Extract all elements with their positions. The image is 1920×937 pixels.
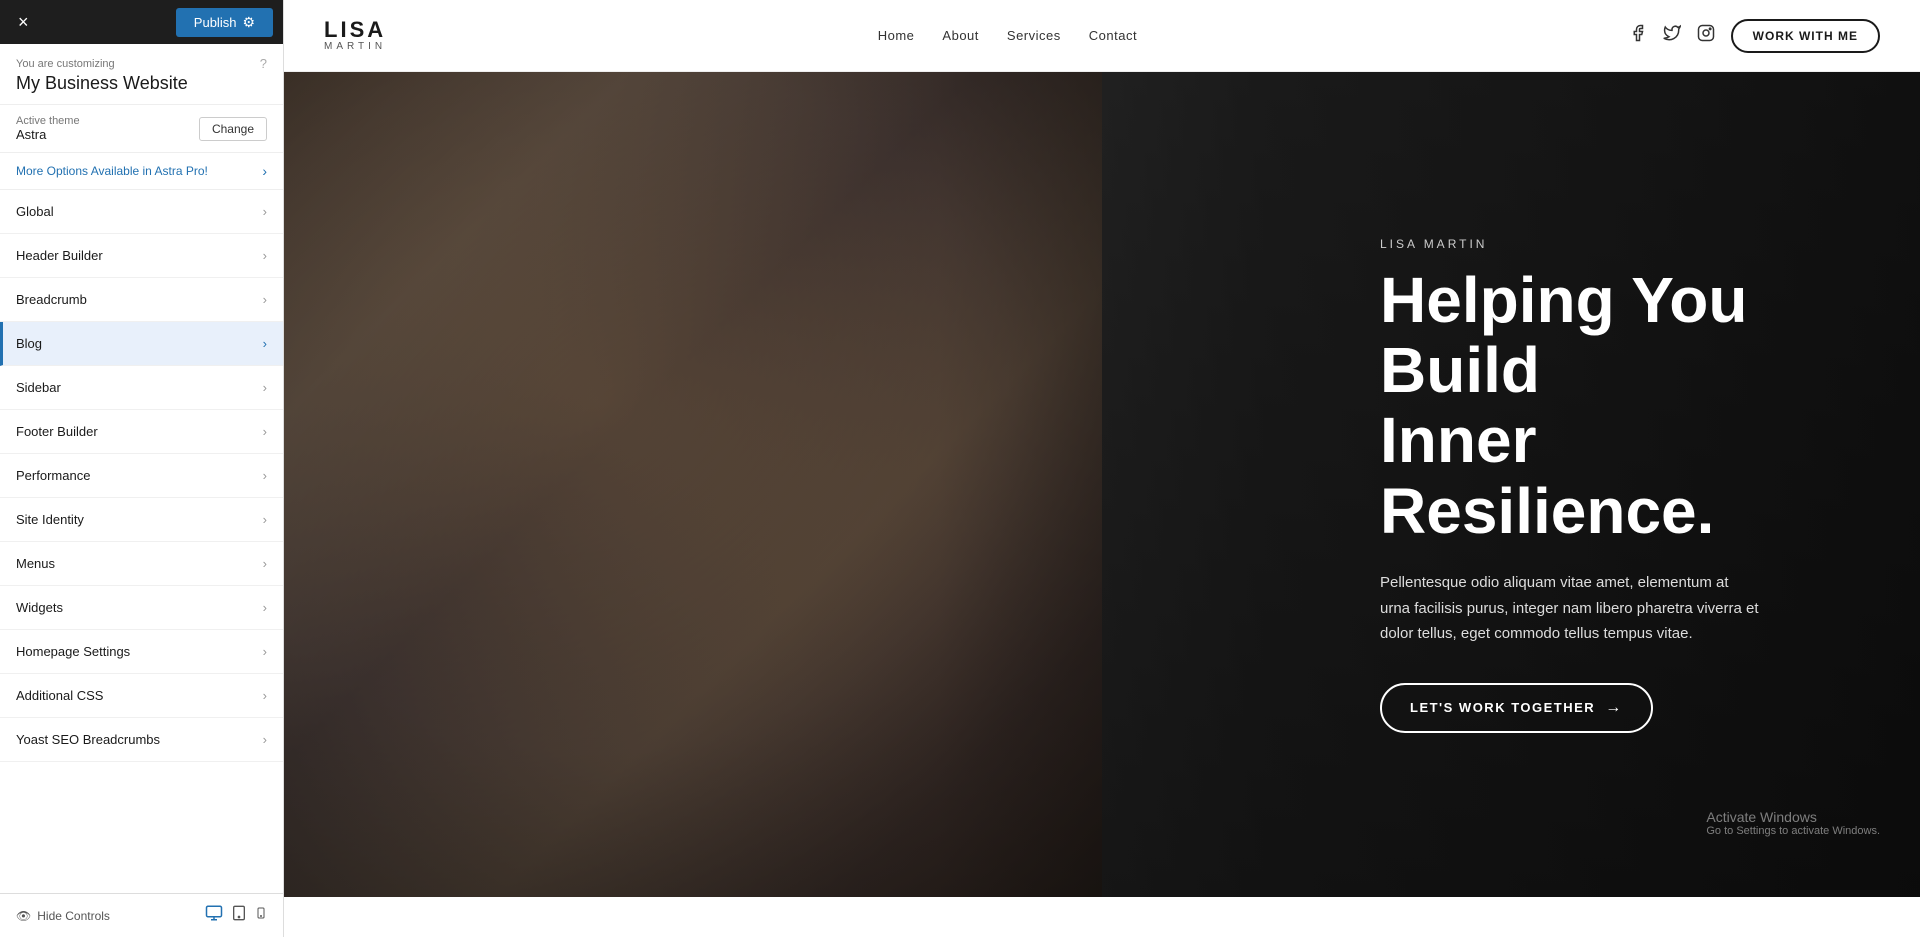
site-header: LISA MARTIN Home About Services Contact [284, 0, 1920, 72]
chevron-right-icon: › [263, 248, 267, 263]
chevron-right-icon: › [263, 468, 267, 483]
twitter-icon[interactable] [1663, 24, 1681, 47]
chevron-right-icon: › [263, 512, 267, 527]
astra-pro-banner[interactable]: More Options Available in Astra Pro! › [0, 153, 283, 190]
active-theme-name: Astra [16, 127, 80, 142]
nav-home[interactable]: Home [878, 28, 915, 43]
sidebar-nav-list: Global › Header Builder › Breadcrumb › B… [0, 190, 283, 893]
chevron-right-icon: › [263, 292, 267, 307]
logo-name: LISA [324, 19, 386, 41]
chevron-right-icon: › [263, 556, 267, 571]
chevron-right-icon: › [263, 688, 267, 703]
site-logo: LISA MARTIN [324, 19, 386, 52]
close-button[interactable]: × [10, 8, 37, 37]
header-right: WORK WITH ME [1629, 19, 1880, 53]
topbar-right: Publish ⚙ [176, 8, 273, 37]
customizing-label: You are customizing ? [16, 56, 267, 71]
watermark-title: Activate Windows [1706, 809, 1880, 825]
sidebar-item-yoast-seo[interactable]: Yoast SEO Breadcrumbs › [0, 718, 283, 762]
hide-controls-label: Hide Controls [37, 909, 110, 923]
change-theme-button[interactable]: Change [199, 117, 267, 141]
astra-banner-text: More Options Available in Astra Pro! [16, 164, 208, 178]
nav-about[interactable]: About [942, 28, 978, 43]
sidebar-item-label: Site Identity [16, 512, 84, 527]
customizing-info: You are customizing ? My Business Websit… [0, 44, 283, 105]
publish-label: Publish [194, 15, 237, 30]
sidebar-item-label: Homepage Settings [16, 644, 130, 659]
sidebar-item-label: Breadcrumb [16, 292, 87, 307]
sidebar-item-label: Header Builder [16, 248, 103, 263]
sidebar-item-performance[interactable]: Performance › [0, 454, 283, 498]
work-with-me-button[interactable]: WORK WITH ME [1731, 19, 1880, 53]
logo-sub: MARTIN [324, 41, 386, 52]
astra-banner-chevron: › [262, 163, 267, 179]
chevron-right-icon: › [263, 204, 267, 219]
hero-content: LISA MARTIN Helping You Build Inner Resi… [1380, 236, 1860, 732]
eye-icon: 👁 [16, 909, 31, 923]
sidebar-item-menus[interactable]: Menus › [0, 542, 283, 586]
sidebar-item-footer-builder[interactable]: Footer Builder › [0, 410, 283, 454]
chevron-right-icon: › [263, 424, 267, 439]
sidebar-item-label: Blog [16, 336, 42, 351]
chevron-right-icon: › [263, 600, 267, 615]
customizer-sidebar: × Publish ⚙ You are customizing ? My Bus… [0, 0, 284, 937]
hero-paragraph: Pellentesque odio aliquam vitae amet, el… [1380, 570, 1760, 647]
instagram-icon[interactable] [1697, 24, 1715, 47]
tablet-view-button[interactable] [231, 904, 247, 927]
sidebar-item-label: Footer Builder [16, 424, 98, 439]
customizing-text: You are customizing [16, 58, 115, 70]
active-theme-label: Active theme [16, 115, 80, 127]
hide-controls-button[interactable]: 👁 Hide Controls [16, 909, 110, 923]
website-preview: LISA MARTIN Home About Services Contact [284, 0, 1920, 937]
sidebar-item-label: Menus [16, 556, 55, 571]
chevron-right-icon: › [263, 380, 267, 395]
sidebar-item-site-identity[interactable]: Site Identity › [0, 498, 283, 542]
active-theme-section: Active theme Astra Change [0, 105, 283, 153]
sidebar-item-label: Yoast SEO Breadcrumbs [16, 732, 160, 747]
sidebar-item-label: Performance [16, 468, 90, 483]
chevron-right-icon: › [263, 732, 267, 747]
hero-name-tag: LISA MARTIN [1380, 236, 1860, 250]
customizing-title: My Business Website [16, 73, 267, 94]
preview-area: LISA MARTIN Home About Services Contact [284, 0, 1920, 937]
sidebar-item-label: Sidebar [16, 380, 61, 395]
nav-services[interactable]: Services [1007, 28, 1061, 43]
sidebar-item-label: Global [16, 204, 54, 219]
lets-work-label: LET'S WORK TOGETHER [1410, 700, 1595, 715]
sidebar-item-global[interactable]: Global › [0, 190, 283, 234]
sidebar-item-label: Widgets [16, 600, 63, 615]
chevron-right-icon: › [263, 336, 267, 351]
nav-contact[interactable]: Contact [1089, 28, 1137, 43]
view-mode-icons [205, 904, 267, 927]
hero-heading-line2: Inner Resilience. [1380, 404, 1714, 546]
lets-work-together-button[interactable]: LET'S WORK TOGETHER → [1380, 683, 1653, 733]
sidebar-item-blog[interactable]: Blog › [0, 322, 283, 366]
sidebar-item-header-builder[interactable]: Header Builder › [0, 234, 283, 278]
sidebar-topbar: × Publish ⚙ [0, 0, 283, 44]
facebook-icon[interactable] [1629, 24, 1647, 47]
sidebar-item-sidebar[interactable]: Sidebar › [0, 366, 283, 410]
sidebar-bottom-bar: 👁 Hide Controls [0, 893, 283, 937]
hero-section: LISA MARTIN Helping You Build Inner Resi… [284, 72, 1920, 897]
site-navigation: Home About Services Contact [878, 28, 1137, 43]
publish-button[interactable]: Publish ⚙ [176, 8, 273, 37]
arrow-icon: → [1605, 699, 1623, 717]
hero-heading-line1: Helping You Build [1380, 263, 1747, 405]
sidebar-item-breadcrumb[interactable]: Breadcrumb › [0, 278, 283, 322]
mobile-view-button[interactable] [255, 904, 267, 927]
windows-watermark: Activate Windows Go to Settings to activ… [1706, 809, 1880, 837]
help-icon[interactable]: ? [260, 56, 267, 71]
desktop-view-button[interactable] [205, 904, 223, 927]
hero-heading: Helping You Build Inner Resilience. [1380, 264, 1860, 546]
sidebar-item-homepage-settings[interactable]: Homepage Settings › [0, 630, 283, 674]
gear-icon: ⚙ [242, 14, 255, 31]
sidebar-item-widgets[interactable]: Widgets › [0, 586, 283, 630]
sidebar-item-label: Additional CSS [16, 688, 103, 703]
active-theme-left: Active theme Astra [16, 115, 80, 142]
sidebar-item-additional-css[interactable]: Additional CSS › [0, 674, 283, 718]
watermark-subtitle: Go to Settings to activate Windows. [1706, 825, 1880, 837]
chevron-right-icon: › [263, 644, 267, 659]
